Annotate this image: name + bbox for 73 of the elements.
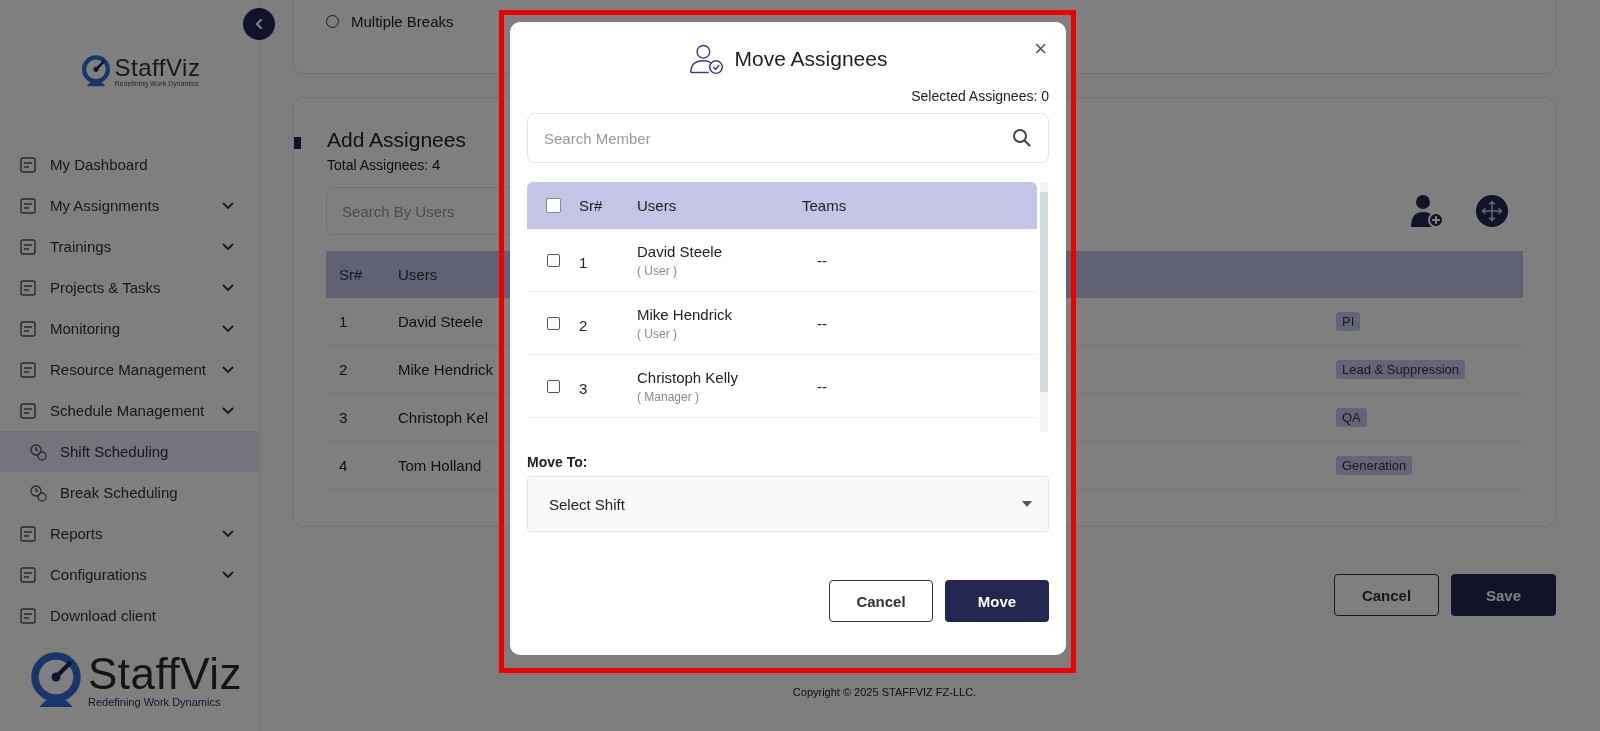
collapse-button[interactable]	[243, 8, 275, 40]
team-tag: PI	[1336, 312, 1361, 331]
table-cell: --	[817, 251, 827, 269]
radio-label: Multiple Breaks	[351, 13, 454, 30]
team-tag: Lead & Suppression	[1336, 360, 1466, 379]
submenu-item[interactable]: Shift Scheduling	[0, 431, 259, 472]
user-role: ( User )	[637, 263, 678, 278]
user-role: ( User )	[637, 326, 678, 341]
user-role: ( Manager )	[637, 389, 701, 404]
close-button[interactable]: ×	[1030, 38, 1051, 60]
column-header: Users	[398, 266, 439, 283]
column-header: Users	[637, 197, 678, 214]
table-cell: Christoph Kel	[398, 409, 489, 426]
search-field[interactable]: Search Member	[527, 113, 1049, 163]
logo-name: StaffViz	[114, 55, 201, 80]
table-cell: Mike Hendrick	[398, 361, 494, 378]
copyright-text: Copyright © 2025 STAFFVIZ FZ-LLC.	[792, 686, 977, 698]
menu-item[interactable]: Monitoring	[0, 308, 259, 349]
row-checkbox[interactable]	[546, 253, 560, 267]
shift-dropdown[interactable]: Select Shift	[527, 476, 1049, 532]
move-button[interactable]: Move	[945, 580, 1049, 622]
modal-title: Move Assignees	[734, 47, 888, 71]
column-header: Sr#	[579, 197, 604, 214]
submenu-item[interactable]: Break Scheduling	[0, 472, 259, 513]
logo-tagline: Redefining Work Dynamics	[88, 696, 222, 708]
select-all-checkbox[interactable]	[545, 198, 561, 213]
user-check-icon	[688, 43, 725, 75]
add-user-icon[interactable]	[1409, 193, 1445, 229]
menu-item[interactable]: Download client	[0, 595, 259, 636]
menu-item[interactable]: Reports	[0, 513, 259, 554]
table-cell: 2	[579, 316, 588, 334]
field-label: Move To:	[527, 454, 588, 470]
search-icon[interactable]	[1012, 128, 1032, 148]
menu-item[interactable]: Projects & Tasks	[0, 267, 259, 308]
table-cell: --	[817, 314, 827, 332]
save-button[interactable]: Save	[1451, 574, 1556, 616]
table-cell: 3	[339, 409, 348, 426]
menu-item[interactable]: Schedule Management	[0, 390, 259, 431]
chevron-left-icon	[253, 18, 265, 30]
menu-item[interactable]: My Assignments	[0, 185, 259, 226]
table-cell: 4	[339, 457, 348, 474]
table-cell: Tom Holland	[398, 457, 482, 474]
team-tag: QA	[1336, 408, 1367, 427]
section-title: Add Assignees	[327, 128, 466, 152]
column-header: Teams	[802, 197, 848, 214]
user-name: Mike Hendrick	[637, 305, 734, 323]
user-name: David Steele	[637, 242, 724, 260]
table-cell: 2	[339, 361, 348, 378]
row-checkbox[interactable]	[546, 379, 560, 393]
section-marker	[294, 137, 301, 149]
total-assignees: Total Assignees: 4	[327, 156, 442, 173]
menu-item[interactable]: Resource Management	[0, 349, 259, 390]
cancel-button[interactable]: Cancel	[829, 580, 933, 622]
column-header: Sr#	[338, 266, 364, 283]
cancel-button[interactable]: Cancel	[1334, 574, 1439, 616]
move-icon[interactable]	[1475, 194, 1509, 228]
clock-icon	[28, 482, 48, 503]
clock-icon	[28, 441, 48, 462]
menu-item[interactable]: Configurations	[0, 554, 259, 595]
menu-item[interactable]: My Dashboard	[0, 144, 259, 185]
caret-icon	[1022, 501, 1032, 507]
logo-name: StaffViz	[88, 652, 243, 696]
team-tag: Generation	[1336, 456, 1413, 475]
table-cell: --	[817, 377, 827, 395]
table-cell: David Steele	[398, 313, 484, 330]
selected-count: Selected Assignees: 0	[911, 88, 1049, 104]
user-name: Christoph Kelly	[637, 368, 739, 386]
menu-item[interactable]: Trainings	[0, 226, 259, 267]
table-cell: 1	[339, 313, 348, 330]
scrollbar[interactable]	[1040, 182, 1048, 432]
table-cell: 1	[579, 253, 588, 271]
row-checkbox[interactable]	[546, 316, 560, 330]
table-cell: 3	[579, 379, 588, 397]
